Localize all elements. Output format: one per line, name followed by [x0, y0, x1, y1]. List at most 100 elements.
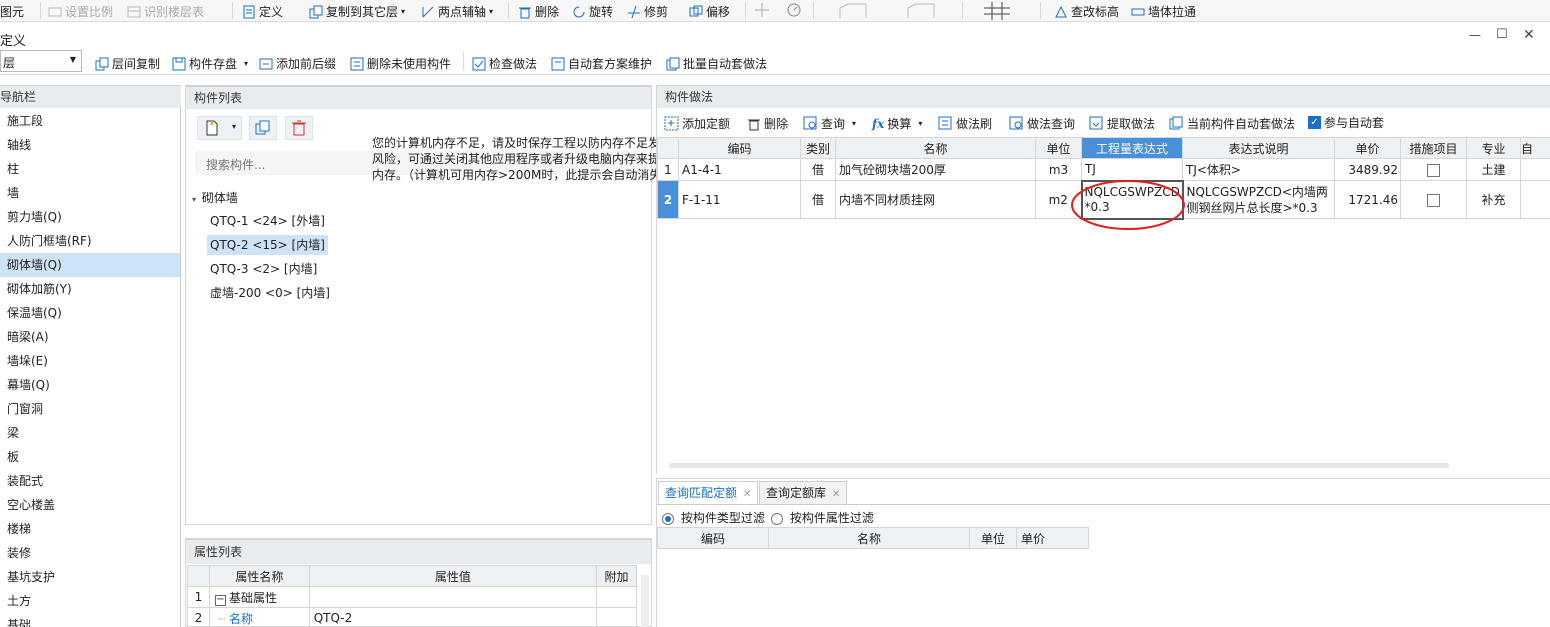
delete-unused-button[interactable]: 删除未使用构件 [350, 55, 451, 72]
nav-item[interactable]: 墙 [0, 181, 180, 205]
rotate-button[interactable]: 旋转 [572, 3, 613, 20]
nav-item[interactable]: 柱 [0, 157, 180, 181]
cell-auto[interactable] [1520, 158, 1550, 181]
cell-code[interactable]: A1-4-1 [678, 158, 801, 181]
two-point-axis-button[interactable]: 两点辅轴 ▾ [421, 3, 493, 20]
component-group[interactable]: ▾ 砌体墙 [192, 189, 238, 206]
cell-expr[interactable]: TJ [1081, 158, 1183, 181]
minimize-button[interactable]: — [1469, 28, 1481, 42]
cell-desc[interactable]: NQLCGSWPZCD<内墙两侧钢丝网片总长度>*0.3 [1182, 180, 1335, 219]
nav-item[interactable]: 暗梁(A) [0, 325, 180, 349]
tool-element-button[interactable]: 图元 [0, 3, 24, 20]
tab-match-quota[interactable]: 查询匹配定额 ✕ [658, 481, 759, 504]
floor-copy-button[interactable]: 层间复制 [95, 55, 160, 72]
nav-item[interactable]: 门窗洞 [0, 397, 180, 421]
shape2-icon[interactable] [906, 2, 936, 20]
cell-major[interactable]: 土建 [1466, 158, 1521, 181]
extract-method-button[interactable]: 提取做法 [1089, 115, 1155, 132]
nav-item[interactable]: 轴线 [0, 133, 180, 157]
batch-auto-method-button[interactable]: 批量自动套做法 [666, 55, 767, 72]
prop-value[interactable]: QTQ-2 [308, 607, 598, 627]
add-prefix-suffix-button[interactable]: 添加前后缀 [259, 55, 336, 72]
nav-item[interactable]: 保温墙(Q) [0, 301, 180, 325]
close-icon[interactable]: ✕ [743, 489, 751, 500]
check-elevation-button[interactable]: 查改标高 [1054, 3, 1119, 20]
check-method-button[interactable]: 检查做法 [472, 55, 537, 72]
cell-price[interactable]: 1721.46 [1334, 180, 1401, 219]
component-item[interactable]: QTQ-2 <15> [内墙] [207, 235, 328, 255]
nav-item[interactable]: 施工段 [0, 109, 180, 133]
clock-icon[interactable] [787, 3, 801, 17]
measure-checkbox[interactable] [1427, 163, 1440, 177]
close-icon[interactable]: ✕ [832, 489, 840, 500]
cell-major[interactable]: 补充 [1466, 180, 1521, 219]
nav-item[interactable]: 装修 [0, 541, 180, 565]
nav-item[interactable]: 板 [0, 445, 180, 469]
tab-quota-library[interactable]: 查询定额库 ✕ [759, 481, 848, 504]
copy-to-other-floor-button[interactable]: 复制到其它层 ▾ [309, 3, 405, 20]
close-button[interactable]: ✕ [1523, 27, 1535, 43]
cell-measure[interactable] [1400, 180, 1467, 219]
table-row[interactable]: 2 ┈ 名称 QTQ-2 [187, 607, 637, 627]
cell-price[interactable]: 3489.92 [1334, 158, 1401, 181]
component-item[interactable]: 虚墙-200 <0> [内墙] [207, 283, 333, 303]
method-brush-button[interactable]: 做法刷 [938, 115, 992, 132]
nav-item[interactable]: 砌体墙(Q) [0, 253, 180, 277]
wall-stretch-button[interactable]: 墙体拉通 [1131, 3, 1196, 20]
method-delete-button[interactable]: 删除 [747, 115, 788, 132]
set-scale-button[interactable]: 设置比例 [48, 3, 113, 20]
participate-auto-checkbox[interactable]: ✓ 参与自动套 [1308, 114, 1384, 131]
nav-item[interactable]: 楼梯 [0, 517, 180, 541]
component-save-button[interactable]: 构件存盘 ▾ [172, 55, 248, 72]
convert-button[interactable]: fx 换算 ▾ [872, 115, 922, 132]
auto-scheme-maintain-button[interactable]: 自动套方案维护 [551, 55, 652, 72]
table-row[interactable]: 1 A1-4-1 借 加气砼砌块墙200厚 m3 TJ TJ<体积> 3489.… [657, 158, 1550, 181]
nav-item[interactable]: 土方 [0, 589, 180, 613]
nav-item[interactable]: 墙垛(E) [0, 349, 180, 373]
new-component-button[interactable]: ▾ [197, 116, 242, 140]
identify-floor-table-button[interactable]: 识别楼层表 [127, 3, 204, 20]
measure-checkbox[interactable] [1427, 193, 1440, 207]
cell-unit[interactable]: m3 [1035, 158, 1082, 181]
cell-desc[interactable]: TJ<体积> [1182, 158, 1335, 181]
cell-name[interactable]: 内墙不同材质挂网 [835, 180, 1036, 219]
auto-apply-current-button[interactable]: 当前构件自动套做法 [1169, 115, 1295, 132]
nav-item[interactable]: 空心楼盖 [0, 493, 180, 517]
grid-icon[interactable] [982, 2, 1012, 20]
filter-by-type-radio[interactable]: 按构件类型过滤 [662, 509, 765, 526]
nav-item[interactable]: 梁 [0, 421, 180, 445]
search-input[interactable]: 搜索构件... [206, 156, 265, 173]
offset-button[interactable]: 偏移 [689, 3, 730, 20]
maximize-button[interactable]: ☐ [1496, 27, 1508, 42]
add-quota-button[interactable]: 添加定额 [664, 115, 730, 132]
collapse-icon[interactable]: − [214, 594, 226, 606]
shape-icon[interactable] [838, 2, 868, 20]
crosshair-icon[interactable] [755, 3, 769, 17]
scrollbar[interactable] [641, 575, 649, 627]
trim-button[interactable]: 修剪 [627, 3, 668, 20]
query-button[interactable]: 查询 ▾ [803, 115, 856, 132]
filter-by-attr-radio[interactable]: 按构件属性过滤 [771, 509, 874, 526]
floor-select[interactable]: 层 ▼ [0, 50, 82, 72]
nav-item[interactable]: 基坑支护 [0, 565, 180, 589]
cell-auto[interactable] [1520, 180, 1550, 219]
cell-type[interactable]: 借 [800, 180, 836, 219]
component-item[interactable]: QTQ-3 <2> [内墙] [207, 259, 320, 279]
component-item[interactable]: QTQ-1 <24> [外墙] [207, 211, 328, 231]
prop-value[interactable] [308, 586, 598, 608]
cell-name[interactable]: 加气砼砌块墙200厚 [835, 158, 1036, 181]
delete-component-button[interactable] [285, 116, 313, 140]
method-query-button[interactable]: 做法查询 [1009, 115, 1075, 132]
delete-button[interactable]: 删除 [518, 3, 559, 20]
nav-item[interactable]: 幕墙(Q) [0, 373, 180, 397]
horizontal-scrollbar[interactable] [669, 463, 1449, 468]
copy-component-button[interactable] [249, 116, 277, 140]
nav-item[interactable]: 砌体加筋(Y) [0, 277, 180, 301]
cell-code[interactable]: F-1-11 [678, 180, 801, 219]
cell-type[interactable]: 借 [800, 158, 836, 181]
define-button[interactable]: 定义 [242, 3, 283, 20]
cell-measure[interactable] [1400, 158, 1467, 181]
nav-item[interactable]: 剪力墙(Q) [0, 205, 180, 229]
nav-item[interactable]: 人防门框墙(RF) [0, 229, 180, 253]
nav-item[interactable]: 基础 [0, 613, 180, 627]
